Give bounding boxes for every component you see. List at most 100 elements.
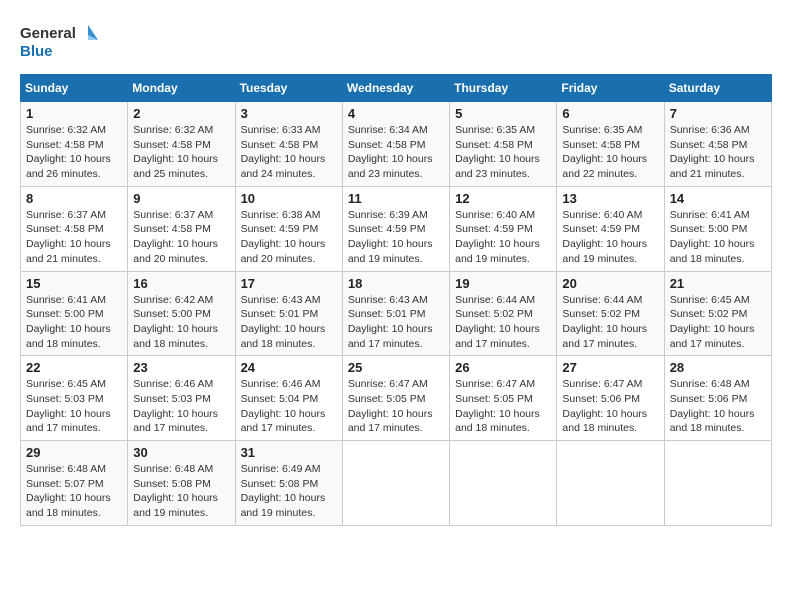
- day-number: 2: [133, 106, 229, 121]
- day-number: 1: [26, 106, 122, 121]
- calendar: SundayMondayTuesdayWednesdayThursdayFrid…: [20, 74, 772, 526]
- day-number: 17: [241, 276, 337, 291]
- calendar-cell: 27 Sunrise: 6:47 AMSunset: 5:06 PMDayligh…: [557, 356, 664, 441]
- day-info: Sunrise: 6:35 AMSunset: 4:58 PMDaylight:…: [562, 123, 658, 182]
- day-info: Sunrise: 6:48 AMSunset: 5:08 PMDaylight:…: [133, 462, 229, 521]
- calendar-cell: 20Sunrise: 6:44 AMSunset: 5:02 PMDayligh…: [557, 271, 664, 356]
- day-info: Sunrise: 6:39 AMSunset: 4:59 PMDaylight:…: [348, 208, 444, 267]
- calendar-week-row: 15 Sunrise: 6:41 AMSunset: 5:00 PMDayligh…: [21, 271, 772, 356]
- day-info: Sunrise: 6:47 AMSunset: 5:05 PMDaylight:…: [348, 377, 444, 436]
- day-number: 7: [670, 106, 766, 121]
- day-info: Sunrise: 6:41 AMSunset: 5:00 PMDaylight:…: [670, 208, 766, 267]
- day-info: Sunrise: 6:34 AMSunset: 4:58 PMDaylight:…: [348, 123, 444, 182]
- day-info: Sunrise: 6:43 AMSunset: 5:01 PMDaylight:…: [241, 293, 337, 352]
- day-info: Sunrise: 6:38 AMSunset: 4:59 PMDaylight:…: [241, 208, 337, 267]
- weekday-header: Thursday: [450, 75, 557, 102]
- day-info: Sunrise: 6:49 AMSunset: 5:08 PMDaylight:…: [241, 462, 337, 521]
- calendar-cell: 7 Sunrise: 6:36 AMSunset: 4:58 PMDaylight…: [664, 102, 771, 187]
- calendar-cell: 31 Sunrise: 6:49 AMSunset: 5:08 PMDayligh…: [235, 441, 342, 526]
- calendar-week-row: 22Sunrise: 6:45 AMSunset: 5:03 PMDayligh…: [21, 356, 772, 441]
- weekday-header: Monday: [128, 75, 235, 102]
- day-number: 29: [26, 445, 122, 460]
- day-info: Sunrise: 6:46 AMSunset: 5:04 PMDaylight:…: [241, 377, 337, 436]
- calendar-cell: 6 Sunrise: 6:35 AMSunset: 4:58 PMDaylight…: [557, 102, 664, 187]
- day-number: 28: [670, 360, 766, 375]
- calendar-cell: 22Sunrise: 6:45 AMSunset: 5:03 PMDayligh…: [21, 356, 128, 441]
- day-info: Sunrise: 6:48 AMSunset: 5:06 PMDaylight:…: [670, 377, 766, 436]
- day-number: 3: [241, 106, 337, 121]
- day-info: Sunrise: 6:32 AMSunset: 4:58 PMDaylight:…: [133, 123, 229, 182]
- day-number: 14: [670, 191, 766, 206]
- day-info: Sunrise: 6:33 AMSunset: 4:58 PMDaylight:…: [241, 123, 337, 182]
- calendar-week-row: 8 Sunrise: 6:37 AMSunset: 4:58 PMDaylight…: [21, 186, 772, 271]
- day-number: 12: [455, 191, 551, 206]
- calendar-cell: 16 Sunrise: 6:42 AMSunset: 5:00 PMDayligh…: [128, 271, 235, 356]
- day-info: Sunrise: 6:44 AMSunset: 5:02 PMDaylight:…: [455, 293, 551, 352]
- day-info: Sunrise: 6:35 AMSunset: 4:58 PMDaylight:…: [455, 123, 551, 182]
- day-number: 11: [348, 191, 444, 206]
- calendar-cell: 9 Sunrise: 6:37 AMSunset: 4:58 PMDaylight…: [128, 186, 235, 271]
- day-number: 30: [133, 445, 229, 460]
- day-number: 19: [455, 276, 551, 291]
- day-number: 22: [26, 360, 122, 375]
- day-number: 8: [26, 191, 122, 206]
- day-number: 26: [455, 360, 551, 375]
- calendar-header-row: SundayMondayTuesdayWednesdayThursdayFrid…: [21, 75, 772, 102]
- calendar-cell: 17 Sunrise: 6:43 AMSunset: 5:01 PMDayligh…: [235, 271, 342, 356]
- day-info: Sunrise: 6:46 AMSunset: 5:03 PMDaylight:…: [133, 377, 229, 436]
- weekday-header: Saturday: [664, 75, 771, 102]
- day-info: Sunrise: 6:40 AMSunset: 4:59 PMDaylight:…: [562, 208, 658, 267]
- calendar-cell: 26Sunrise: 6:47 AMSunset: 5:05 PMDayligh…: [450, 356, 557, 441]
- day-number: 20: [562, 276, 658, 291]
- day-number: 13: [562, 191, 658, 206]
- day-info: Sunrise: 6:36 AMSunset: 4:58 PMDaylight:…: [670, 123, 766, 182]
- calendar-cell: 1Sunrise: 6:32 AMSunset: 4:58 PMDaylight…: [21, 102, 128, 187]
- calendar-cell: 15 Sunrise: 6:41 AMSunset: 5:00 PMDayligh…: [21, 271, 128, 356]
- logo: General Blue: [20, 20, 100, 64]
- calendar-cell: 14 Sunrise: 6:41 AMSunset: 5:00 PMDayligh…: [664, 186, 771, 271]
- day-info: Sunrise: 6:37 AMSunset: 4:58 PMDaylight:…: [133, 208, 229, 267]
- calendar-cell: 25 Sunrise: 6:47 AMSunset: 5:05 PMDayligh…: [342, 356, 449, 441]
- calendar-week-row: 29 Sunrise: 6:48 AMSunset: 5:07 PMDayligh…: [21, 441, 772, 526]
- calendar-cell: [664, 441, 771, 526]
- page-header: General Blue: [20, 20, 772, 64]
- day-number: 10: [241, 191, 337, 206]
- calendar-cell: 19 Sunrise: 6:44 AMSunset: 5:02 PMDayligh…: [450, 271, 557, 356]
- day-info: Sunrise: 6:45 AMSunset: 5:02 PMDaylight:…: [670, 293, 766, 352]
- day-number: 6: [562, 106, 658, 121]
- day-number: 5: [455, 106, 551, 121]
- calendar-cell: 23 Sunrise: 6:46 AMSunset: 5:03 PMDayligh…: [128, 356, 235, 441]
- day-number: 25: [348, 360, 444, 375]
- day-number: 18: [348, 276, 444, 291]
- day-info: Sunrise: 6:43 AMSunset: 5:01 PMDaylight:…: [348, 293, 444, 352]
- day-number: 15: [26, 276, 122, 291]
- day-number: 16: [133, 276, 229, 291]
- calendar-cell: [557, 441, 664, 526]
- day-info: Sunrise: 6:40 AMSunset: 4:59 PMDaylight:…: [455, 208, 551, 267]
- calendar-cell: 11 Sunrise: 6:39 AMSunset: 4:59 PMDayligh…: [342, 186, 449, 271]
- calendar-cell: 29 Sunrise: 6:48 AMSunset: 5:07 PMDayligh…: [21, 441, 128, 526]
- weekday-header: Wednesday: [342, 75, 449, 102]
- calendar-week-row: 1 Sunrise: 6:32 AMSunset: 4:58 PMDaylight…: [21, 102, 772, 187]
- calendar-cell: 2 Sunrise: 6:32 AMSunset: 4:58 PMDaylight…: [128, 102, 235, 187]
- day-number: 9: [133, 191, 229, 206]
- day-number: 4: [348, 106, 444, 121]
- calendar-cell: [450, 441, 557, 526]
- logo-svg: General Blue: [20, 20, 100, 64]
- calendar-cell: 5 Sunrise: 6:35 AMSunset: 4:58 PMDaylight…: [450, 102, 557, 187]
- day-info: Sunrise: 6:37 AMSunset: 4:58 PMDaylight:…: [26, 208, 122, 267]
- day-info: Sunrise: 6:42 AMSunset: 5:00 PMDaylight:…: [133, 293, 229, 352]
- day-info: Sunrise: 6:41 AMSunset: 5:00 PMDaylight:…: [26, 293, 122, 352]
- day-number: 23: [133, 360, 229, 375]
- calendar-cell: 13 Sunrise: 6:40 AMSunset: 4:59 PMDayligh…: [557, 186, 664, 271]
- svg-text:General: General: [20, 25, 76, 42]
- calendar-cell: 8 Sunrise: 6:37 AMSunset: 4:58 PMDaylight…: [21, 186, 128, 271]
- day-info: Sunrise: 6:48 AMSunset: 5:07 PMDaylight:…: [26, 462, 122, 521]
- calendar-cell: 24Sunrise: 6:46 AMSunset: 5:04 PMDayligh…: [235, 356, 342, 441]
- calendar-cell: 30 Sunrise: 6:48 AMSunset: 5:08 PMDayligh…: [128, 441, 235, 526]
- calendar-cell: 21Sunrise: 6:45 AMSunset: 5:02 PMDayligh…: [664, 271, 771, 356]
- weekday-header: Sunday: [21, 75, 128, 102]
- day-number: 31: [241, 445, 337, 460]
- day-info: Sunrise: 6:47 AMSunset: 5:06 PMDaylight:…: [562, 377, 658, 436]
- day-number: 27: [562, 360, 658, 375]
